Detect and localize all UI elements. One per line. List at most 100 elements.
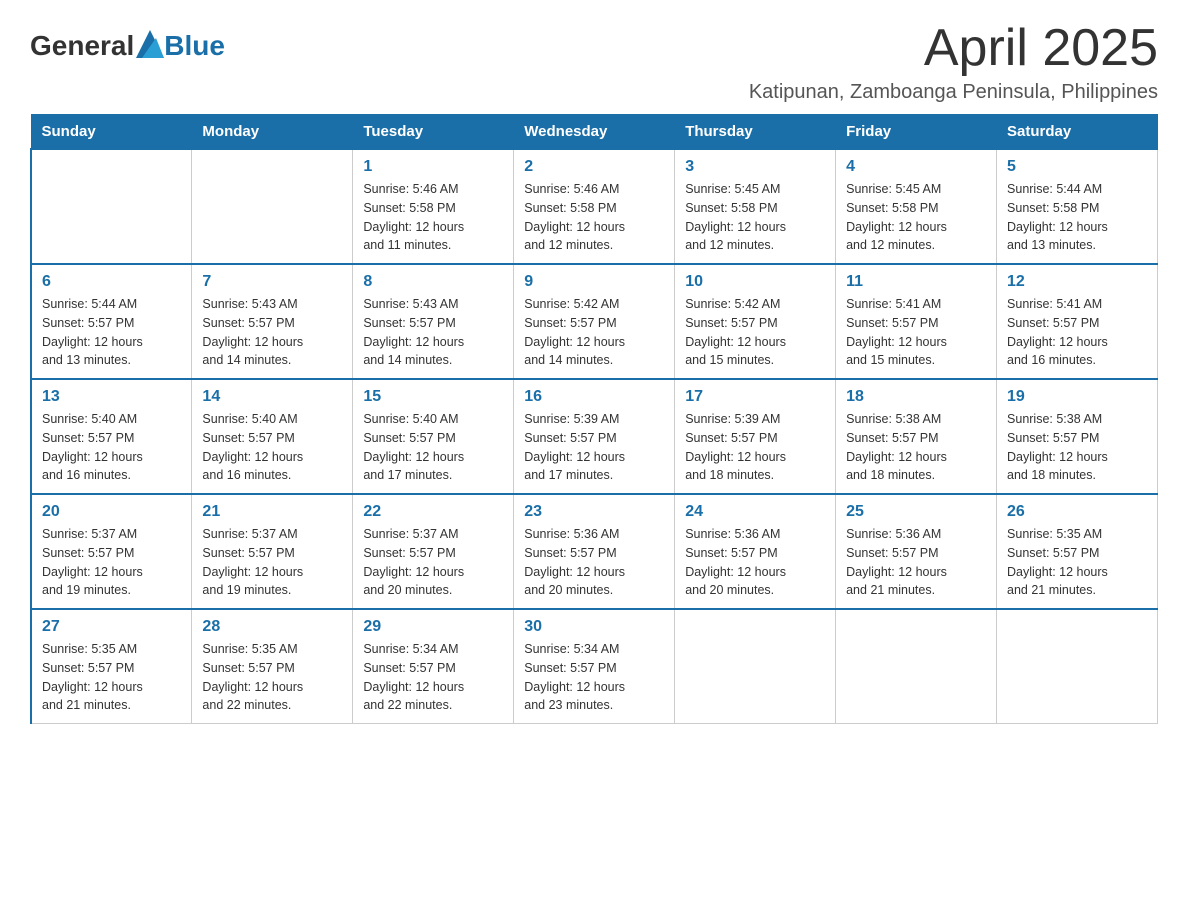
day-info: Sunrise: 5:41 AMSunset: 5:57 PMDaylight:… [846,295,986,370]
calendar-cell: 1Sunrise: 5:46 AMSunset: 5:58 PMDaylight… [353,149,514,264]
calendar-cell [675,609,836,724]
day-number: 8 [363,273,503,291]
day-number: 29 [363,618,503,636]
calendar-cell: 10 Sunrise: 5:42 AMSunset: 5:57 PMDayligh… [675,264,836,379]
header-friday: Friday [836,115,997,150]
day-number: 25 [846,503,986,521]
header-tuesday: Tuesday [353,115,514,150]
day-info: Sunrise: 5:45 AMSunset: 5:58 PMDaylight:… [846,180,986,255]
day-info: Sunrise: 5:34 AMSunset: 5:57 PMDaylight:… [524,640,664,715]
calendar-week-row: 1Sunrise: 5:46 AMSunset: 5:58 PMDaylight… [31,149,1158,264]
calendar-cell [31,149,192,264]
day-info: Sunrise: 5:35 AMSunset: 5:57 PMDaylight:… [42,640,181,715]
calendar-cell [997,609,1158,724]
logo-general-text: General [30,30,134,62]
day-number: 3 [685,158,825,176]
location-title: Katipunan, Zamboanga Peninsula, Philippi… [749,81,1158,104]
day-info: Sunrise: 5:44 AMSunset: 5:57 PMDaylight:… [42,295,181,370]
day-number: 30 [524,618,664,636]
day-info: Sunrise: 5:39 AMSunset: 5:57 PMDaylight:… [685,410,825,485]
day-info: Sunrise: 5:43 AMSunset: 5:57 PMDaylight:… [202,295,342,370]
logo-blue-text: Blue [164,30,225,62]
day-info: Sunrise: 5:35 AMSunset: 5:57 PMDaylight:… [1007,525,1147,600]
calendar-cell: 30 Sunrise: 5:34 AMSunset: 5:57 PMDayligh… [514,609,675,724]
calendar-cell: 5 Sunrise: 5:44 AMSunset: 5:58 PMDaylight… [997,149,1158,264]
header-wednesday: Wednesday [514,115,675,150]
calendar-cell: 20 Sunrise: 5:37 AMSunset: 5:57 PMDayligh… [31,494,192,609]
logo: General Blue [30,30,225,62]
calendar-week-row: 27 Sunrise: 5:35 AMSunset: 5:57 PMDayligh… [31,609,1158,724]
day-info: Sunrise: 5:44 AMSunset: 5:58 PMDaylight:… [1007,180,1147,255]
day-number: 23 [524,503,664,521]
calendar-cell: 3 Sunrise: 5:45 AMSunset: 5:58 PMDaylight… [675,149,836,264]
day-info: Sunrise: 5:38 AMSunset: 5:57 PMDaylight:… [846,410,986,485]
calendar-cell: 2 Sunrise: 5:46 AMSunset: 5:58 PMDaylight… [514,149,675,264]
calendar-cell: 24 Sunrise: 5:36 AMSunset: 5:57 PMDayligh… [675,494,836,609]
month-title: April 2025 [749,20,1158,77]
day-number: 21 [202,503,342,521]
day-info: Sunrise: 5:46 AMSunset: 5:58 PMDaylight:… [363,180,503,255]
day-info: Sunrise: 5:40 AMSunset: 5:57 PMDaylight:… [363,410,503,485]
day-number: 6 [42,273,181,291]
calendar-cell: 21 Sunrise: 5:37 AMSunset: 5:57 PMDayligh… [192,494,353,609]
calendar-cell: 9Sunrise: 5:42 AMSunset: 5:57 PMDaylight… [514,264,675,379]
day-info: Sunrise: 5:42 AMSunset: 5:57 PMDaylight:… [685,295,825,370]
header-sunday: Sunday [31,115,192,150]
header-saturday: Saturday [997,115,1158,150]
calendar-week-row: 13 Sunrise: 5:40 AMSunset: 5:57 PMDayligh… [31,379,1158,494]
calendar-cell: 27 Sunrise: 5:35 AMSunset: 5:57 PMDayligh… [31,609,192,724]
calendar-cell: 6 Sunrise: 5:44 AMSunset: 5:57 PMDaylight… [31,264,192,379]
day-number: 20 [42,503,181,521]
day-number: 2 [524,158,664,176]
day-info: Sunrise: 5:40 AMSunset: 5:57 PMDaylight:… [202,410,342,485]
day-info: Sunrise: 5:37 AMSunset: 5:57 PMDaylight:… [42,525,181,600]
day-info: Sunrise: 5:36 AMSunset: 5:57 PMDaylight:… [846,525,986,600]
day-info: Sunrise: 5:36 AMSunset: 5:57 PMDaylight:… [685,525,825,600]
day-info: Sunrise: 5:39 AMSunset: 5:57 PMDaylight:… [524,410,664,485]
logo-icon [136,30,164,58]
calendar-week-row: 6 Sunrise: 5:44 AMSunset: 5:57 PMDaylight… [31,264,1158,379]
day-number: 7 [202,273,342,291]
day-number: 28 [202,618,342,636]
day-info: Sunrise: 5:46 AMSunset: 5:58 PMDaylight:… [524,180,664,255]
day-info: Sunrise: 5:37 AMSunset: 5:57 PMDaylight:… [202,525,342,600]
day-number: 26 [1007,503,1147,521]
calendar-cell: 26 Sunrise: 5:35 AMSunset: 5:57 PMDayligh… [997,494,1158,609]
calendar-cell [836,609,997,724]
day-info: Sunrise: 5:41 AMSunset: 5:57 PMDaylight:… [1007,295,1147,370]
day-number: 24 [685,503,825,521]
day-info: Sunrise: 5:40 AMSunset: 5:57 PMDaylight:… [42,410,181,485]
calendar-cell: 18 Sunrise: 5:38 AMSunset: 5:57 PMDayligh… [836,379,997,494]
day-number: 17 [685,388,825,406]
day-number: 13 [42,388,181,406]
calendar-week-row: 20 Sunrise: 5:37 AMSunset: 5:57 PMDayligh… [31,494,1158,609]
day-number: 27 [42,618,181,636]
day-info: Sunrise: 5:36 AMSunset: 5:57 PMDaylight:… [524,525,664,600]
calendar-cell: 23 Sunrise: 5:36 AMSunset: 5:57 PMDayligh… [514,494,675,609]
day-number: 16 [524,388,664,406]
day-number: 5 [1007,158,1147,176]
day-number: 10 [685,273,825,291]
day-number: 4 [846,158,986,176]
calendar-cell: 25 Sunrise: 5:36 AMSunset: 5:57 PMDayligh… [836,494,997,609]
day-number: 18 [846,388,986,406]
calendar-table: SundayMondayTuesdayWednesdayThursdayFrid… [30,114,1158,724]
day-info: Sunrise: 5:45 AMSunset: 5:58 PMDaylight:… [685,180,825,255]
calendar-cell: 16 Sunrise: 5:39 AMSunset: 5:57 PMDayligh… [514,379,675,494]
calendar-cell: 19Sunrise: 5:38 AMSunset: 5:57 PMDayligh… [997,379,1158,494]
calendar-cell: 4 Sunrise: 5:45 AMSunset: 5:58 PMDaylight… [836,149,997,264]
calendar-cell: 17 Sunrise: 5:39 AMSunset: 5:57 PMDayligh… [675,379,836,494]
day-number: 11 [846,273,986,291]
calendar-cell: 22Sunrise: 5:37 AMSunset: 5:57 PMDayligh… [353,494,514,609]
day-number: 22 [363,503,503,521]
calendar-cell: 13 Sunrise: 5:40 AMSunset: 5:57 PMDayligh… [31,379,192,494]
calendar-cell: 12 Sunrise: 5:41 AMSunset: 5:57 PMDayligh… [997,264,1158,379]
day-number: 12 [1007,273,1147,291]
page-header: General Blue April 2025 Katipunan, Zambo… [30,20,1158,104]
day-info: Sunrise: 5:35 AMSunset: 5:57 PMDaylight:… [202,640,342,715]
calendar-cell: 11 Sunrise: 5:41 AMSunset: 5:57 PMDayligh… [836,264,997,379]
day-number: 19 [1007,388,1147,406]
calendar-cell: 28 Sunrise: 5:35 AMSunset: 5:57 PMDayligh… [192,609,353,724]
header-monday: Monday [192,115,353,150]
calendar-cell [192,149,353,264]
